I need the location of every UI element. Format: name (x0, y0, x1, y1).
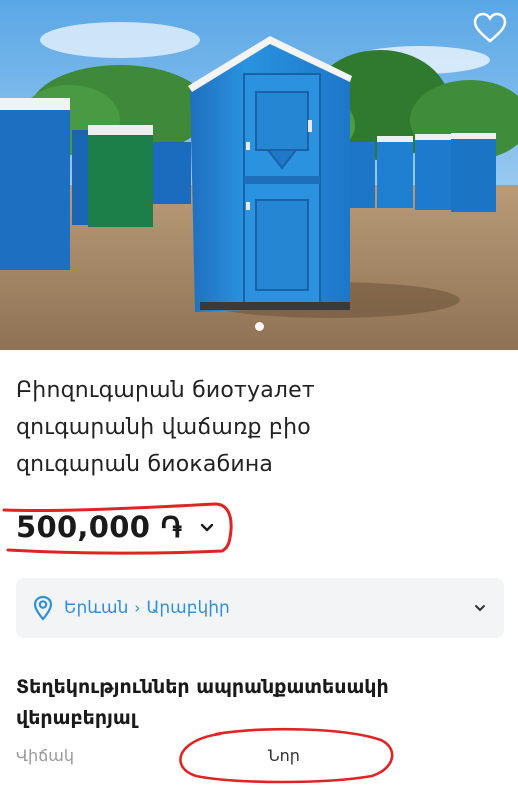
condition-label: Վիճակ (16, 746, 74, 765)
image-pagination (0, 322, 518, 331)
favorite-button[interactable] (470, 8, 510, 48)
location-district: Արաբկիր (146, 598, 230, 618)
chevron-down-icon (200, 518, 214, 537)
listing-title: Բիոզուգարան биотуалет զուգարանի վաճառք բ… (16, 372, 496, 483)
listing-title-line: զուգարան биокабина (16, 452, 274, 477)
price-row: 500,000 ֏ (16, 505, 214, 549)
chevron-down-icon (474, 604, 486, 612)
price: 500,000 ֏ (16, 509, 183, 544)
heart-icon (473, 12, 507, 44)
location-city: Երևան (64, 598, 129, 618)
location-selector[interactable]: Երևան › Արաբկիր (16, 578, 504, 638)
listing-title-line: զուգարանի վաճառք բիօ (16, 415, 311, 440)
price-expand-button[interactable] (200, 518, 214, 537)
photo-illustration (0, 0, 518, 350)
condition-attribute-row: Վիճակ Նոր (16, 740, 506, 774)
location-pin-icon (32, 595, 54, 621)
breadcrumb-separator: › (134, 599, 141, 617)
listing-title-line: Բիոզուգարան биотуалет (16, 378, 315, 403)
details-section-title: Տեղեկություններ ապրանքատեսակի վերաբերյալ (16, 672, 506, 734)
image-pagination-dot[interactable] (254, 322, 264, 331)
condition-value: Նոր (268, 746, 300, 765)
location-path: Երևան › Արաբկիր (64, 598, 230, 618)
listing-photo[interactable] (0, 0, 518, 350)
details-section-title-line: վերաբերյալ (16, 707, 137, 729)
details-section-title-line: Տեղեկություններ ապրանքատեսակի (16, 676, 389, 698)
